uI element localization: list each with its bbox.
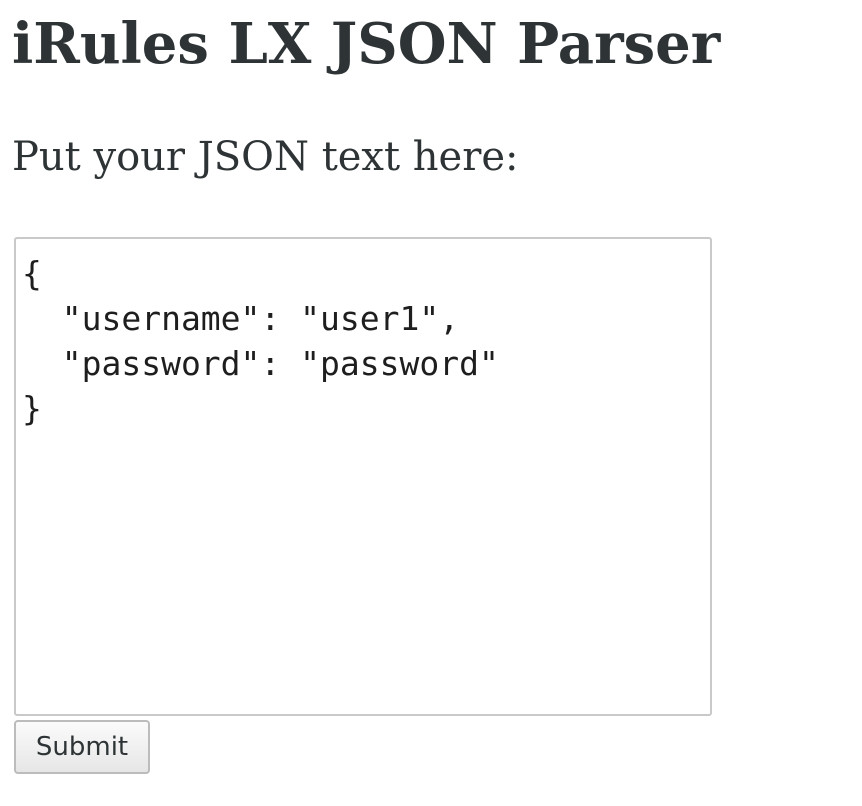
submit-button[interactable]: Submit bbox=[14, 720, 150, 774]
json-textarea[interactable]: { "username": "user1", "password": "pass… bbox=[14, 237, 712, 716]
page-title: iRules LX JSON Parser bbox=[12, 11, 721, 77]
json-prompt-label: Put your JSON text here: bbox=[12, 134, 519, 180]
